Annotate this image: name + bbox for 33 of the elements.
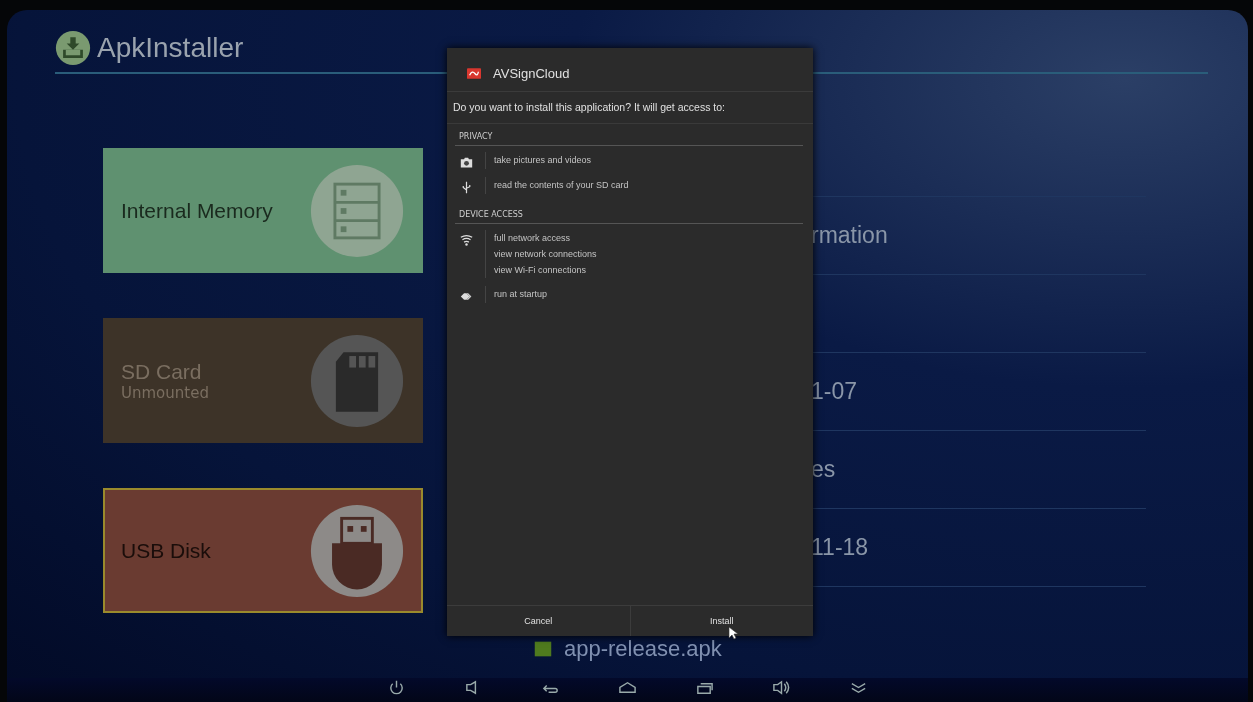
download-tray-icon [55, 30, 91, 66]
tile-status: Unmounted [121, 383, 209, 402]
app-icon [467, 68, 481, 79]
app-title: ApkInstaller [97, 32, 244, 64]
camera-icon [459, 156, 473, 169]
storage-tile[interactable]: Internal Memory [103, 148, 423, 273]
volume-up-icon[interactable] [772, 678, 791, 697]
usb-drive-icon [309, 502, 405, 599]
permission-text: take pictures and videos [494, 155, 592, 165]
tile-label: SD Card [121, 359, 203, 384]
install-question: Do you want to install this application? It will get access to: [447, 92, 813, 124]
wifi-icon [459, 234, 473, 247]
permission-text: read the contents of your SD card [494, 180, 629, 190]
storage-tile[interactable]: SD Card Unmounted [103, 318, 423, 443]
permission-group-heading: DEVICE ACCESS [455, 202, 803, 224]
permission-text: view network connections [494, 249, 597, 259]
permission-text: full network access [494, 233, 572, 243]
info-value: 1-07 [811, 378, 858, 405]
permission-text: view Wi-Fi connections [494, 265, 588, 275]
permission-text: run at startup [494, 289, 548, 299]
sd-card-icon [309, 332, 405, 429]
tile-label: Internal Memory [121, 198, 273, 223]
startup-icon [459, 290, 473, 303]
file-name: app-release.apk [564, 637, 722, 661]
power-icon[interactable] [387, 678, 406, 697]
dialog-button[interactable]: Cancel [447, 606, 630, 636]
tile-label: USB Disk [121, 538, 211, 563]
info-value: rmation [811, 222, 888, 249]
dialog-title: AVSignCloud [493, 66, 570, 81]
permission-group-heading: PRIVACY [455, 124, 803, 146]
info-value: es [811, 456, 836, 483]
server-icon [309, 162, 405, 259]
info-value: 11-18 [811, 534, 869, 561]
